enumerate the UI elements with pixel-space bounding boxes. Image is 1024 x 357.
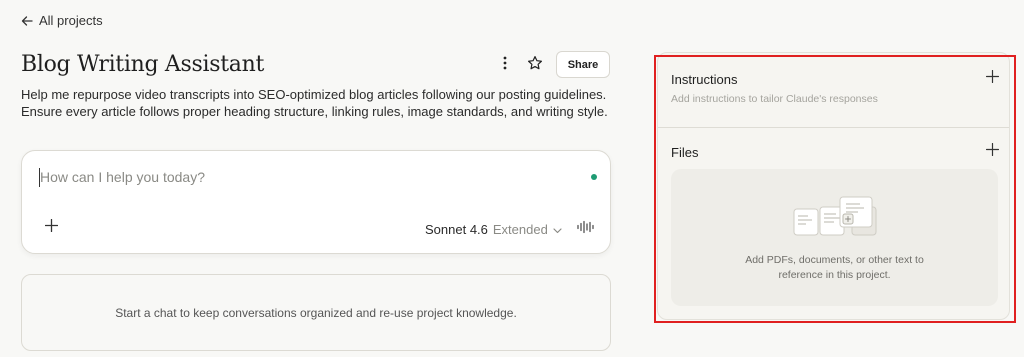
files-hint-line: Add PDFs, documents, or other text to xyxy=(745,254,924,266)
description-line: Help me repurpose video transcripts into… xyxy=(21,87,607,102)
files-hint-line: reference in this project. xyxy=(778,269,891,281)
arrow-left-icon xyxy=(21,15,33,27)
favorite-button[interactable] xyxy=(524,54,546,76)
project-description: Help me repurpose video transcripts into… xyxy=(21,86,611,120)
add-attachment-button[interactable] xyxy=(41,218,61,238)
share-button[interactable]: Share xyxy=(556,51,610,78)
plus-icon xyxy=(985,142,999,161)
plus-icon xyxy=(985,69,999,88)
model-selector[interactable]: Sonnet 4.6 Extended xyxy=(425,220,562,238)
back-link-label: All projects xyxy=(39,13,103,28)
plus-icon xyxy=(44,218,58,237)
files-hint: Add PDFs, documents, or other text to re… xyxy=(671,253,998,283)
status-indicator xyxy=(591,174,597,180)
chevron-down-icon xyxy=(553,222,562,237)
model-name: Sonnet 4.6 xyxy=(425,221,488,237)
instructions-title: Instructions xyxy=(671,72,738,87)
files-title: Files xyxy=(671,145,699,160)
documents-illustration-icon xyxy=(792,195,878,246)
model-mode: Extended xyxy=(492,221,548,237)
files-dropzone[interactable]: Add PDFs, documents, or other text to re… xyxy=(671,169,998,306)
message-input[interactable] xyxy=(40,169,560,185)
empty-chats-placeholder: Start a chat to keep conversations organ… xyxy=(21,274,611,351)
star-icon xyxy=(527,55,543,76)
instructions-hint: Add instructions to tailor Claude's resp… xyxy=(671,93,878,105)
project-knowledge-panel: Instructions Add instructions to tailor … xyxy=(657,52,1010,320)
description-line: Ensure every article follows proper head… xyxy=(21,104,608,119)
back-to-projects-link[interactable]: All projects xyxy=(21,13,103,28)
more-vertical-icon xyxy=(503,56,507,75)
add-instructions-button[interactable] xyxy=(983,69,1001,88)
message-composer: Sonnet 4.6 Extended xyxy=(21,150,611,254)
waveform-icon xyxy=(577,220,595,239)
panel-divider xyxy=(658,127,1009,128)
more-options-button[interactable] xyxy=(494,54,516,76)
page-title: Blog Writing Assistant xyxy=(21,52,264,77)
voice-input-button[interactable] xyxy=(576,220,596,238)
add-files-button[interactable] xyxy=(983,142,1001,161)
